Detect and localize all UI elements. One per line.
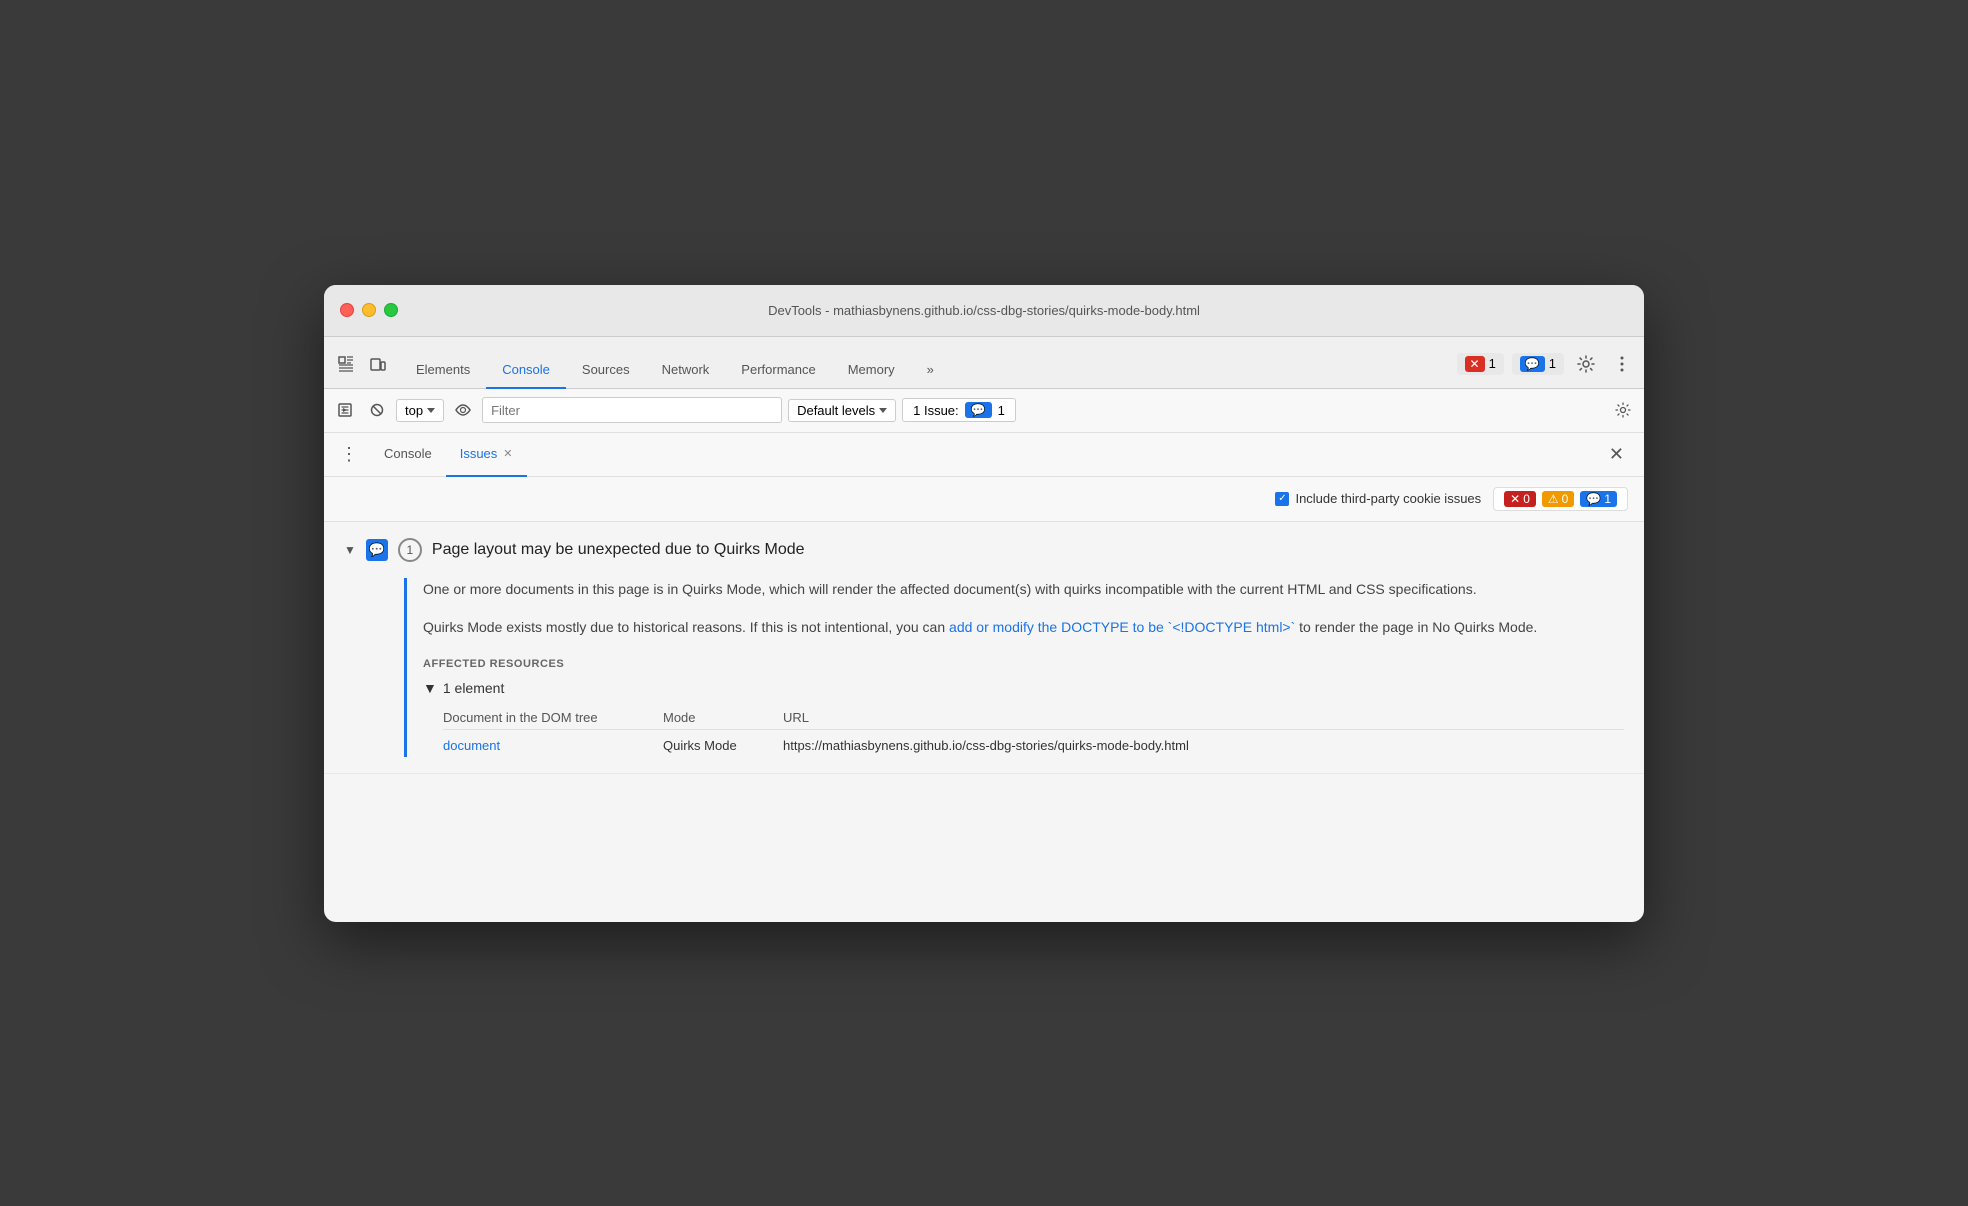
row-mode: Quirks Mode — [663, 738, 783, 753]
tab-bar-tools — [332, 350, 400, 388]
title-bar: DevTools - mathiasbynens.github.io/css-d… — [324, 285, 1644, 337]
toolbar-right — [1610, 397, 1636, 423]
maximize-button[interactable] — [384, 303, 398, 317]
issue-count-badges: ✕ 0 ⚠ 0 💬 1 — [1493, 487, 1628, 511]
levels-label: Default levels — [797, 403, 875, 418]
tab-performance[interactable]: Performance — [725, 352, 831, 389]
col1-header: Document in the DOM tree — [443, 710, 663, 725]
col3-header: URL — [783, 710, 1624, 725]
col2-header: Mode — [663, 710, 783, 725]
issue-badge-icon: 💬 — [965, 402, 992, 418]
devtools-window: DevTools - mathiasbynens.github.io/css-d… — [324, 285, 1644, 922]
error-count-badge: ✕ 0 — [1504, 491, 1536, 507]
issue-body: One or more documents in this page is in… — [404, 578, 1624, 758]
issue-type-icon: 💬 — [366, 539, 388, 561]
message-icon: 💬 — [1520, 356, 1545, 372]
info-count-badge: 💬 1 — [1580, 491, 1617, 507]
tab-console[interactable]: Console — [486, 352, 566, 389]
tab-network[interactable]: Network — [646, 352, 726, 389]
main-content-area: ▼ 💬 1 Page layout may be unexpected due … — [324, 522, 1644, 922]
more-options-icon[interactable] — [1608, 350, 1636, 378]
issue-count-number: 1 — [407, 543, 414, 557]
traffic-lights — [340, 303, 398, 317]
panel-tabs: ⋮ Console Issues ✕ ✕ — [324, 433, 1644, 477]
close-button[interactable] — [340, 303, 354, 317]
panel-tab-issues-label: Issues — [460, 446, 498, 461]
error-count-button[interactable]: ✕ 1 — [1457, 353, 1504, 375]
settings-icon[interactable] — [1572, 350, 1600, 378]
issue-count-circle: 1 — [398, 538, 422, 562]
info-icon: 💬 — [1586, 492, 1601, 506]
tab-more[interactable]: » — [911, 352, 950, 389]
window-title: DevTools - mathiasbynens.github.io/css-d… — [768, 303, 1200, 318]
checkbox-checked-icon: ✓ — [1275, 492, 1289, 506]
issue-content-bordered: One or more documents in this page is in… — [404, 578, 1624, 758]
affected-resources-section: AFFECTED RESOURCES ▼ 1 element Document … — [423, 658, 1624, 757]
issues-tab-close-icon[interactable]: ✕ — [503, 447, 512, 460]
console-toolbar: top Default levels 1 Issue: 💬 1 — [324, 389, 1644, 433]
tab-memory[interactable]: Memory — [832, 352, 911, 389]
description2-after: to render the page in No Quirks Mode. — [1295, 619, 1537, 635]
error-x-icon: ✕ — [1510, 492, 1520, 506]
inspect-element-icon[interactable] — [332, 350, 360, 378]
default-levels-button[interactable]: Default levels — [788, 399, 896, 422]
info-issues-count: 1 — [1604, 492, 1611, 506]
description2-before: Quirks Mode exists mostly due to histori… — [423, 619, 949, 635]
resource-expander[interactable]: ▼ 1 element — [423, 680, 1624, 696]
panel-tab-issues[interactable]: Issues ✕ — [446, 433, 527, 477]
clear-console-icon[interactable] — [364, 397, 390, 423]
issue-header: ▼ 💬 1 Page layout may be unexpected due … — [344, 538, 1624, 562]
issues-filter-bar: ✓ Include third-party cookie issues ✕ 0 … — [324, 477, 1644, 522]
affected-resources-label: AFFECTED RESOURCES — [423, 658, 1624, 670]
panel-tab-console-label: Console — [384, 446, 432, 461]
issue-badge-button[interactable]: 1 Issue: 💬 1 — [902, 398, 1016, 422]
tab-bar-right: ✕ 1 💬 1 — [1457, 350, 1636, 388]
console-settings-icon[interactable] — [1610, 397, 1636, 423]
minimize-button[interactable] — [362, 303, 376, 317]
issue-item: ▼ 💬 1 Page layout may be unexpected due … — [324, 522, 1644, 775]
error-issues-count: 0 — [1523, 492, 1530, 506]
device-mode-icon[interactable] — [364, 350, 392, 378]
panel-close-icon[interactable]: ✕ — [1601, 440, 1632, 469]
issue-count: 1 — [998, 403, 1005, 418]
panel-tab-console[interactable]: Console — [370, 433, 446, 477]
tab-sources[interactable]: Sources — [566, 352, 646, 389]
warning-count-badge: ⚠ 0 — [1542, 491, 1574, 507]
run-snippet-icon[interactable] — [332, 397, 358, 423]
third-party-cookie-checkbox[interactable]: ✓ Include third-party cookie issues — [1275, 491, 1481, 506]
warning-issues-count: 0 — [1562, 492, 1569, 506]
tab-bar: Elements Console Sources Network Perform… — [324, 337, 1644, 389]
expander-arrow-icon: ▼ — [423, 680, 437, 696]
message-count-button[interactable]: 💬 1 — [1512, 353, 1564, 375]
issue-title: Page layout may be unexpected due to Qui… — [432, 541, 805, 559]
error-count: 1 — [1489, 356, 1496, 371]
panel-menu-icon[interactable]: ⋮ — [336, 440, 362, 469]
eye-icon[interactable] — [450, 397, 476, 423]
context-label: top — [405, 403, 423, 418]
message-count: 1 — [1549, 356, 1556, 371]
tab-elements[interactable]: Elements — [400, 352, 486, 389]
context-selector[interactable]: top — [396, 399, 444, 422]
filter-input[interactable] — [482, 397, 782, 423]
checkbox-label-text: Include third-party cookie issues — [1295, 491, 1481, 506]
error-icon: ✕ — [1465, 356, 1485, 372]
resource-table: Document in the DOM tree Mode URL docume… — [443, 706, 1624, 757]
document-link[interactable]: document — [443, 738, 663, 753]
doctype-link[interactable]: add or modify the DOCTYPE to be `<!DOCTY… — [949, 619, 1295, 635]
warning-icon: ⚠ — [1548, 492, 1559, 506]
row-url: https://mathiasbynens.github.io/css-dbg-… — [783, 738, 1624, 753]
element-count: 1 element — [443, 680, 504, 696]
collapse-arrow-icon[interactable]: ▼ — [344, 543, 356, 557]
resource-table-row: document Quirks Mode https://mathiasbyne… — [443, 734, 1624, 757]
issue-label: 1 Issue: — [913, 403, 959, 418]
resource-table-header: Document in the DOM tree Mode URL — [443, 706, 1624, 730]
issue-description-1: One or more documents in this page is in… — [423, 578, 1624, 600]
issue-description-2: Quirks Mode exists mostly due to histori… — [423, 616, 1624, 638]
